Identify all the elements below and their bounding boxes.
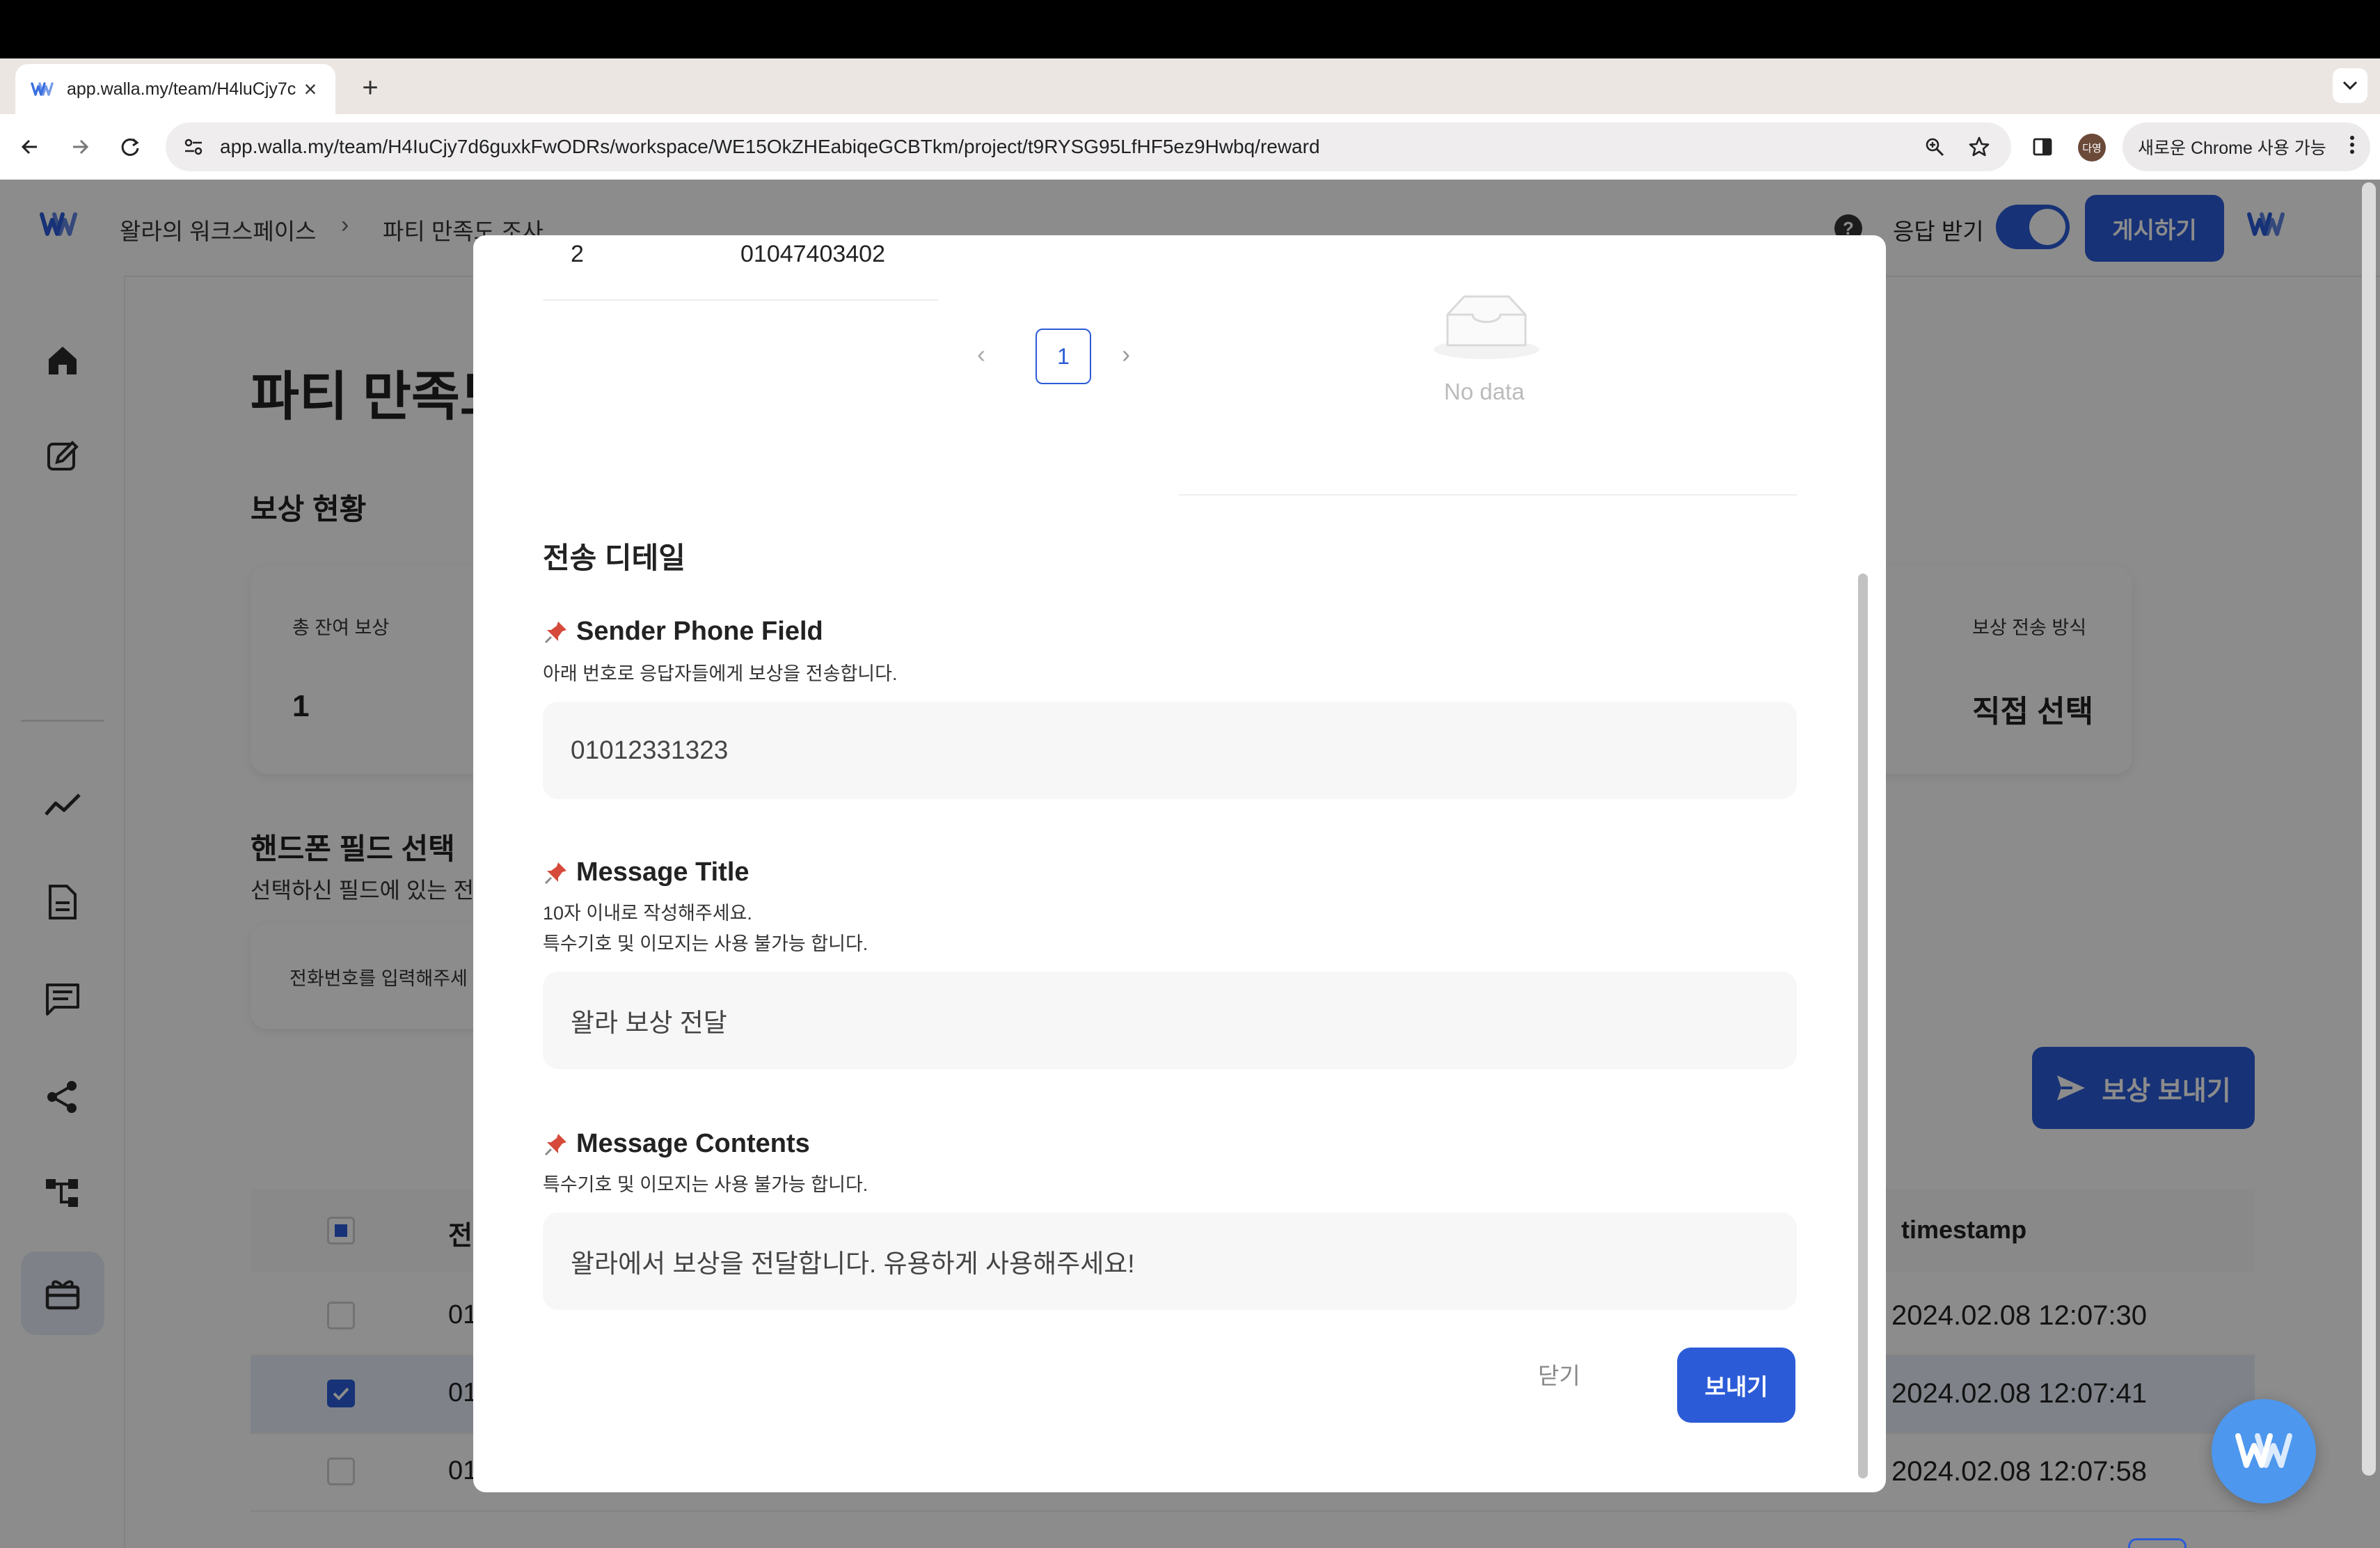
send-button[interactable]: 보내기 [1677, 1348, 1795, 1423]
browser-toolbar: app.walla.my/team/H4IuCjy7d6guxkFwODRs/w… [0, 114, 2380, 181]
zoom-icon[interactable] [1919, 132, 1950, 162]
side-panel-icon[interactable] [2025, 129, 2060, 164]
forward-icon[interactable] [63, 129, 97, 164]
new-tab-icon[interactable]: + [355, 72, 386, 103]
message-contents-title: Message Contents [543, 1129, 810, 1159]
message-contents-title-text: Message Contents [576, 1129, 810, 1158]
page-scrollbar[interactable] [2362, 182, 2376, 1476]
partial-pagination-button[interactable] [2128, 1538, 2187, 1548]
chrome-update-label: 새로운 Chrome 사용 가능 [2138, 139, 2326, 158]
delivery-detail-title: 전송 디테일 [543, 542, 685, 574]
modal-scrollbar[interactable] [1858, 574, 1868, 1478]
url-text: app.walla.my/team/H4IuCjy7d6guxkFwODRs/w… [220, 136, 1320, 157]
empty-inbox-icon [1432, 287, 1541, 367]
message-title-input[interactable]: 왈라 보상 전달 [543, 972, 1797, 1069]
browser-tab-strip: app.walla.my/team/H4luCjy7c × + [0, 58, 2380, 114]
no-data-divider [1179, 494, 1797, 496]
recipient-row-index: 2 [571, 241, 584, 267]
pagination-next-icon[interactable]: › [1122, 340, 1130, 369]
message-contents-help: 특수기호 및 이모지는 사용 불가능 합니다. [543, 1174, 868, 1195]
site-settings-icon[interactable] [180, 133, 207, 161]
pagination-prev-icon[interactable]: ‹ [977, 340, 985, 369]
message-title-title-text: Message Title [576, 858, 749, 887]
recipient-row-phone: 01047403402 [740, 241, 886, 267]
address-bar[interactable]: app.walla.my/team/H4IuCjy7d6guxkFwODRs/w… [166, 123, 2011, 171]
reload-icon[interactable] [113, 129, 148, 164]
no-data-text: No data [1444, 379, 1525, 404]
walla-chat-fab[interactable] [2212, 1399, 2316, 1503]
message-title-title: Message Title [543, 858, 749, 887]
sender-phone-help: 아래 번호로 응답자들에게 보상을 전송합니다. [543, 663, 898, 684]
sender-phone-input[interactable]: 01012331323 [543, 702, 1797, 799]
back-icon[interactable] [13, 129, 47, 164]
tab-close-icon[interactable]: × [299, 77, 322, 102]
pagination-page-1[interactable]: 1 [1036, 329, 1091, 384]
close-button[interactable]: 닫기 [1538, 1357, 1580, 1391]
sender-phone-title-text: Sender Phone Field [576, 617, 823, 646]
walla-chat-icon [2235, 1433, 2292, 1468]
walla-favicon-icon [29, 77, 54, 102]
browser-tab[interactable]: app.walla.my/team/H4luCjy7c × [15, 64, 335, 114]
pushpin-icon [544, 621, 566, 643]
profile-avatar[interactable]: 다영 [2078, 134, 2106, 161]
chrome-update-button[interactable]: 새로운 Chrome 사용 가능 [2123, 123, 2370, 171]
sender-phone-title: Sender Phone Field [543, 617, 823, 647]
send-reward-modal: 2 01047403402 ‹ 1 › No data 전송 디테일 Sende… [473, 235, 1886, 1492]
message-title-help-2: 특수기호 및 이모지는 사용 불가능 합니다. [543, 933, 868, 954]
message-title-help-1: 10자 이내로 작성해주세요. [543, 903, 752, 924]
pushpin-icon [544, 1133, 566, 1155]
star-icon[interactable] [1964, 132, 1994, 162]
os-menu-bar [0, 0, 2380, 58]
tab-search-chevron-icon[interactable] [2333, 68, 2367, 103]
tab-title: app.walla.my/team/H4luCjy7c [67, 79, 296, 99]
message-contents-input[interactable]: 왈라에서 보상을 전달합니다. 유용하게 사용해주세요! [543, 1213, 1797, 1310]
pushpin-icon [544, 862, 566, 884]
list-divider [543, 299, 938, 301]
kebab-icon[interactable] [2349, 134, 2355, 160]
